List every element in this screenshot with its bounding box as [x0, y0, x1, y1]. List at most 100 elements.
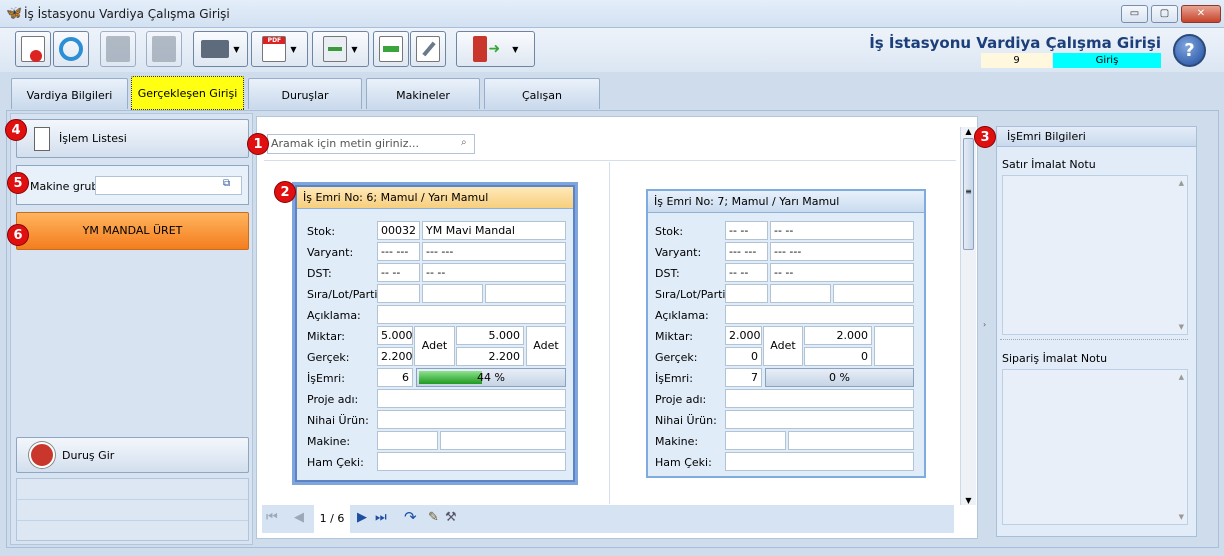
- print-button[interactable]: ▼: [193, 31, 248, 67]
- label-isemri: İşEmri:: [307, 372, 345, 385]
- scroll-up-icon[interactable]: ▲: [1179, 179, 1184, 187]
- makine-field-2: [788, 431, 914, 450]
- label-sira: Sıra/Lot/Parti:: [655, 288, 730, 301]
- label-dst: DST:: [655, 267, 680, 280]
- dst-1: -- --: [377, 263, 420, 282]
- siparis-notu-box[interactable]: ▲ ▼: [1002, 369, 1188, 525]
- scroll-thumb[interactable]: ≡: [963, 138, 974, 250]
- nihai-field: [377, 410, 566, 429]
- aciklama-field: [377, 305, 566, 324]
- progress-bar: 44 %: [416, 368, 566, 387]
- save-button[interactable]: [100, 31, 136, 67]
- satir-notu-box[interactable]: ▲ ▼: [1002, 175, 1188, 335]
- prev-page-icon[interactable]: ◀: [294, 510, 304, 525]
- wrench-icon: [416, 36, 440, 62]
- gercek-2-field: 0: [804, 347, 872, 366]
- scroll-down-icon[interactable]: ▼: [961, 496, 976, 505]
- list-document-icon: [34, 126, 50, 151]
- label-nihai: Nihai Ürün:: [655, 414, 717, 427]
- butterfly-icon: 🦋: [6, 6, 23, 21]
- redo-icon[interactable]: ↷: [404, 508, 417, 526]
- scroll-down-icon[interactable]: ▼: [1179, 513, 1184, 521]
- next-page-icon[interactable]: ▶: [357, 510, 367, 525]
- exit-door-icon: [472, 36, 487, 62]
- tools-icon[interactable]: ⚒: [445, 510, 457, 525]
- refresh-icon: [59, 37, 83, 61]
- parti-field: [833, 284, 914, 303]
- card-title: İş Emri No: 6; Mamul / Yarı Mamul: [297, 187, 573, 209]
- search-input[interactable]: Aramak için metin giriniz...: [267, 134, 475, 154]
- tab-makineler[interactable]: Makineler: [366, 78, 480, 109]
- proje-field: [725, 389, 914, 408]
- label-ham: Ham Çeki:: [307, 456, 364, 469]
- search-icon: ⌕: [461, 137, 467, 148]
- progress-bar: 0 %: [765, 368, 914, 387]
- label-sira: Sıra/Lot/Parti:: [307, 288, 382, 301]
- exit-button[interactable]: ➜ ▼: [456, 31, 535, 67]
- edit-icon[interactable]: ✎: [428, 510, 439, 525]
- label-makine: Makine:: [307, 435, 351, 448]
- scroll-up-icon[interactable]: ▲: [1179, 373, 1184, 381]
- badge-4: 4: [5, 119, 27, 141]
- miktar-2-field: 5.000: [456, 326, 524, 345]
- islem-listesi-button[interactable]: İşlem Listesi: [16, 119, 249, 158]
- gercek-field: 0: [725, 347, 762, 366]
- progress-label: 0 %: [829, 371, 850, 384]
- document-delete-icon: [21, 36, 45, 62]
- help-button[interactable]: ?: [1173, 34, 1206, 67]
- durus-gir-button[interactable]: Duruş Gir: [16, 437, 249, 473]
- satir-notu-label: Satır İmalat Notu: [1002, 158, 1096, 171]
- miktar-unit: Adet: [763, 326, 803, 366]
- ham-field: [377, 452, 566, 471]
- aciklama-field: [725, 305, 914, 324]
- tab-calisan[interactable]: Çalışan: [484, 78, 600, 109]
- gercek-2-field: 2.200: [456, 347, 524, 366]
- chevron-down-icon: ▼: [351, 44, 358, 54]
- dst-2: -- --: [770, 263, 914, 282]
- maximize-button[interactable]: ▢: [1151, 5, 1178, 23]
- varyant-2: --- ---: [770, 242, 914, 261]
- sira-field: [377, 284, 420, 303]
- collapse-handle-icon[interactable]: ›: [983, 320, 986, 329]
- tab-gerceklesen-girisi[interactable]: Gerçekleşen Girişi: [131, 76, 244, 110]
- minimize-button[interactable]: ▭: [1121, 5, 1148, 23]
- back-button[interactable]: [373, 31, 409, 67]
- card-title: İş Emri No: 7; Mamul / Yarı Mamul: [648, 191, 924, 213]
- tools-button[interactable]: [410, 31, 446, 67]
- close-button[interactable]: ✕: [1181, 5, 1221, 23]
- ym-mandal-uret-button[interactable]: YM MANDAL ÜRET: [16, 212, 249, 250]
- label-aciklama: Açıklama:: [307, 309, 361, 322]
- chevron-down-icon: ▼: [290, 44, 297, 54]
- varyant-1: --- ---: [377, 242, 420, 261]
- chevron-down-icon: ▼: [512, 44, 519, 54]
- shift-number: 9: [981, 53, 1052, 68]
- varyant-2: --- ---: [422, 242, 566, 261]
- arrow-left-icon: [379, 36, 403, 62]
- export-pdf-button[interactable]: PDF ▼: [251, 31, 308, 67]
- badge-6: 6: [7, 224, 29, 246]
- page-title: İş İstasyonu Vardiya Çalışma Girişi: [869, 34, 1161, 52]
- tab-vardiya-bilgileri[interactable]: Vardiya Bilgileri: [11, 78, 128, 109]
- first-page-icon[interactable]: ⏮: [266, 510, 278, 525]
- makine-grubu-input[interactable]: [95, 176, 242, 195]
- divider: [609, 162, 610, 504]
- tab-duruslar[interactable]: Duruşlar: [248, 78, 362, 109]
- miktar-unit-2: Adet: [526, 326, 566, 366]
- scroll-down-icon[interactable]: ▼: [1179, 323, 1184, 331]
- printer-icon: [201, 40, 230, 58]
- label-varyant: Varyant:: [655, 246, 702, 259]
- refresh-button[interactable]: [53, 31, 89, 67]
- save-disk-icon: [106, 36, 130, 62]
- label-miktar: Miktar:: [307, 330, 346, 343]
- last-page-icon[interactable]: ⏭: [375, 510, 387, 525]
- splitter[interactable]: [1000, 339, 1188, 342]
- dst-1: -- --: [725, 263, 768, 282]
- vertical-scrollbar[interactable]: ▲ ≡ ▼: [960, 127, 976, 505]
- islem-listesi-label: İşlem Listesi: [59, 132, 127, 145]
- isemri-no: 7: [725, 368, 762, 387]
- copy-button[interactable]: ▼: [312, 31, 369, 67]
- save-cancel-button[interactable]: [146, 31, 182, 67]
- new-document-button[interactable]: [15, 31, 51, 67]
- chevron-down-icon: ▼: [233, 44, 240, 54]
- lookup-icon[interactable]: ⧉: [223, 178, 230, 189]
